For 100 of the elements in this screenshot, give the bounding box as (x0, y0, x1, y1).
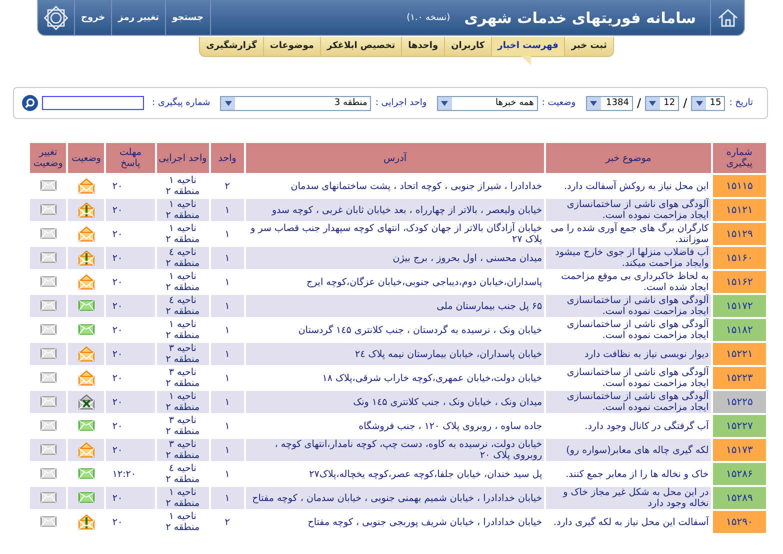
dropdown[interactable]: 12 (644, 96, 680, 110)
table-cell: خیابان خدادادرا ، خیابان شمیم بهمنی جنوبی ، خیابان سدمان ، کوچه مفتاح (246, 487, 544, 509)
envelope-icon[interactable] (40, 300, 57, 312)
tracking-number[interactable]: ۱۵۲۹۰ (712, 511, 766, 533)
envelope-icon[interactable] (40, 252, 57, 264)
envelope-icon[interactable] (40, 492, 57, 504)
filter-label: واحد اجرایی : (375, 98, 427, 108)
table-cell: میدان ونک ، خیابان ونک ، جنب کلانتری ۱٤۵ ونک (246, 391, 544, 413)
tracking-number[interactable]: ۱۵۱۷۲ (712, 295, 766, 317)
open-envelope-icon[interactable] (78, 226, 95, 242)
tracking-number[interactable]: ۱۵۲۲۵ (712, 391, 766, 413)
tracking-number[interactable]: ۱۵۲۸۹ (712, 487, 766, 509)
dropdown[interactable]: 15 (691, 96, 726, 110)
envelope-icon[interactable] (78, 300, 95, 312)
table-cell-text: خیابان آزادگان بالاتر از جهان کودک، انتهای کوچه سپهدار جنب قصاب سر و پلاک ۲۷ (249, 223, 544, 245)
tracking-number[interactable]: ۱۵۲۲۱ (712, 343, 766, 365)
table-cell-text: خدادادرا ، شیراز جنوبی ، کوچه اتحاد ، پشت ساختمانهای سدمان (290, 180, 544, 194)
column-header[interactable]: وضعیت (68, 143, 104, 173)
envelope-icon[interactable] (40, 204, 57, 216)
tracking-number-field[interactable] (42, 96, 144, 110)
crossed-envelope-icon[interactable] (78, 394, 95, 410)
column-header[interactable]: آدرس (246, 143, 544, 173)
header-link[interactable]: جستجو (166, 0, 211, 35)
envelope-icon[interactable] (40, 372, 57, 384)
table-cell: خیابان دولت، نرسیده به کاوه، دست چپ، کوچه نامدار،انتهای کوچه ، روبروی پلاک ۲۰ (246, 439, 544, 461)
column-header[interactable]: موضوع خبر (546, 143, 711, 173)
envelope-icon[interactable] (40, 348, 57, 360)
column-header[interactable]: تغییر وضعیت (30, 143, 66, 173)
open-envelope-icon[interactable] (78, 442, 95, 458)
nav-tab[interactable]: ثبت خبر (565, 37, 613, 56)
tracking-number[interactable]: ۱۵۲۲۷ (712, 415, 766, 437)
table-cell-text: آسفالت این محل نیاز به لکه گیری دارد. (552, 515, 710, 530)
table-cell-text: ۱ (224, 228, 231, 242)
envelope-icon[interactable] (40, 444, 57, 456)
nav-tab[interactable]: تخصیص ابلاغکر (321, 37, 402, 56)
table-cell-text: ۱۲:۲۰ (111, 468, 137, 482)
envelope-icon[interactable] (40, 324, 57, 336)
nav-tab[interactable]: موضوعات (264, 37, 320, 56)
table-cell-text: ۲ (224, 180, 231, 194)
table-cell: ناحیه ۳ منطقه ۲ (156, 343, 209, 365)
open-envelope-icon[interactable] (78, 346, 95, 362)
alert-envelope-icon[interactable] (78, 250, 95, 266)
table-cell-text: این محل نیاز به روکش آسفالت دارد. (562, 179, 710, 194)
envelope-icon[interactable] (40, 396, 57, 408)
table-cell-text: ۲۰ (111, 180, 124, 194)
envelope-icon[interactable] (40, 276, 57, 288)
table-cell: ۱ (210, 343, 244, 365)
table-cell-text: ۲۰ (111, 276, 124, 290)
envelope-icon[interactable] (78, 420, 95, 432)
table-cell-text: ۲ (224, 516, 231, 530)
table-cell: آلودگی هوای ناشی از ساختمانسازی ایجاد مزاحمت نموده است. (546, 199, 711, 221)
table-cell-text: ناحیه ۳ منطقه ۲ (164, 367, 201, 389)
nav-tab[interactable]: کاربران (445, 37, 491, 56)
open-envelope-icon[interactable] (78, 274, 95, 290)
tracking-number[interactable]: ۱۵۱۶۲ (712, 271, 766, 293)
table-cell: دیوار نویسی نیاز به نظافت دارد (546, 343, 711, 365)
envelope-icon[interactable] (78, 324, 95, 336)
open-envelope-icon[interactable] (78, 178, 95, 194)
envelope-icon[interactable] (40, 180, 57, 192)
table-cell: ۱ (210, 247, 244, 269)
tracking-number[interactable]: ۱۵۱۲۹ (712, 223, 766, 245)
tracking-number[interactable]: ۱۵۱۷۳ (712, 439, 766, 461)
column-header[interactable]: مهلت پاسخ (106, 143, 155, 173)
column-header[interactable]: واحد (210, 143, 244, 173)
dropdown[interactable]: منطقه 3 (220, 96, 372, 110)
tracking-number[interactable]: ۱۵۱۲۱ (712, 199, 766, 221)
column-header[interactable]: شماره پیگیری (712, 143, 766, 173)
tracking-number[interactable]: ۱۵۲۲۳ (712, 367, 766, 389)
table-cell: ۱ (210, 199, 244, 221)
envelope-icon[interactable] (40, 420, 57, 432)
filter-label: تاریخ : (729, 98, 753, 108)
open-envelope-icon[interactable] (78, 370, 95, 386)
alert-envelope-icon[interactable] (78, 514, 95, 530)
tracking-number[interactable]: ۱۵۱۸۲ (712, 319, 766, 341)
header-link[interactable]: تغییر رمز (112, 0, 166, 35)
envelope-icon[interactable] (40, 516, 57, 528)
column-header[interactable]: واحد اجرایی (156, 143, 209, 173)
envelope-icon[interactable] (78, 468, 95, 480)
search-icon[interactable] (22, 95, 38, 111)
tracking-number[interactable]: ۱۵۲۸۶ (712, 463, 766, 485)
table-cell: ۲۰ (106, 439, 155, 461)
version-label: (نسخه ۱.۰) (406, 12, 450, 22)
table-cell-text: ناحیه ۳ منطقه ۲ (164, 415, 201, 437)
table-cell-text: ناحیه ۱ منطقه ۲ (164, 319, 201, 341)
dropdown[interactable]: همه خبرها (436, 96, 538, 110)
nav-tab[interactable]: فهرست اخبار (492, 37, 564, 56)
table-cell-text: ۲۰ (111, 516, 124, 530)
header-link[interactable]: خروج (75, 0, 112, 35)
envelope-icon[interactable] (40, 228, 57, 240)
tracking-number[interactable]: ۱۵۱۱۵ (712, 175, 766, 197)
table-cell: ناحیه ٤ منطقه ۲ (156, 295, 209, 317)
envelope-icon[interactable] (78, 492, 95, 504)
date-separator: / (683, 96, 688, 110)
envelope-icon[interactable] (40, 468, 57, 480)
nav-tab[interactable]: گزارشگیری (200, 37, 263, 56)
tracking-number[interactable]: ۱۵۱۶۰ (712, 247, 766, 269)
table-cell: ۱ (210, 391, 244, 413)
nav-tab[interactable]: واحدها (402, 37, 444, 56)
alert-envelope-icon[interactable] (78, 202, 95, 218)
dropdown[interactable]: 1384 (586, 96, 633, 110)
